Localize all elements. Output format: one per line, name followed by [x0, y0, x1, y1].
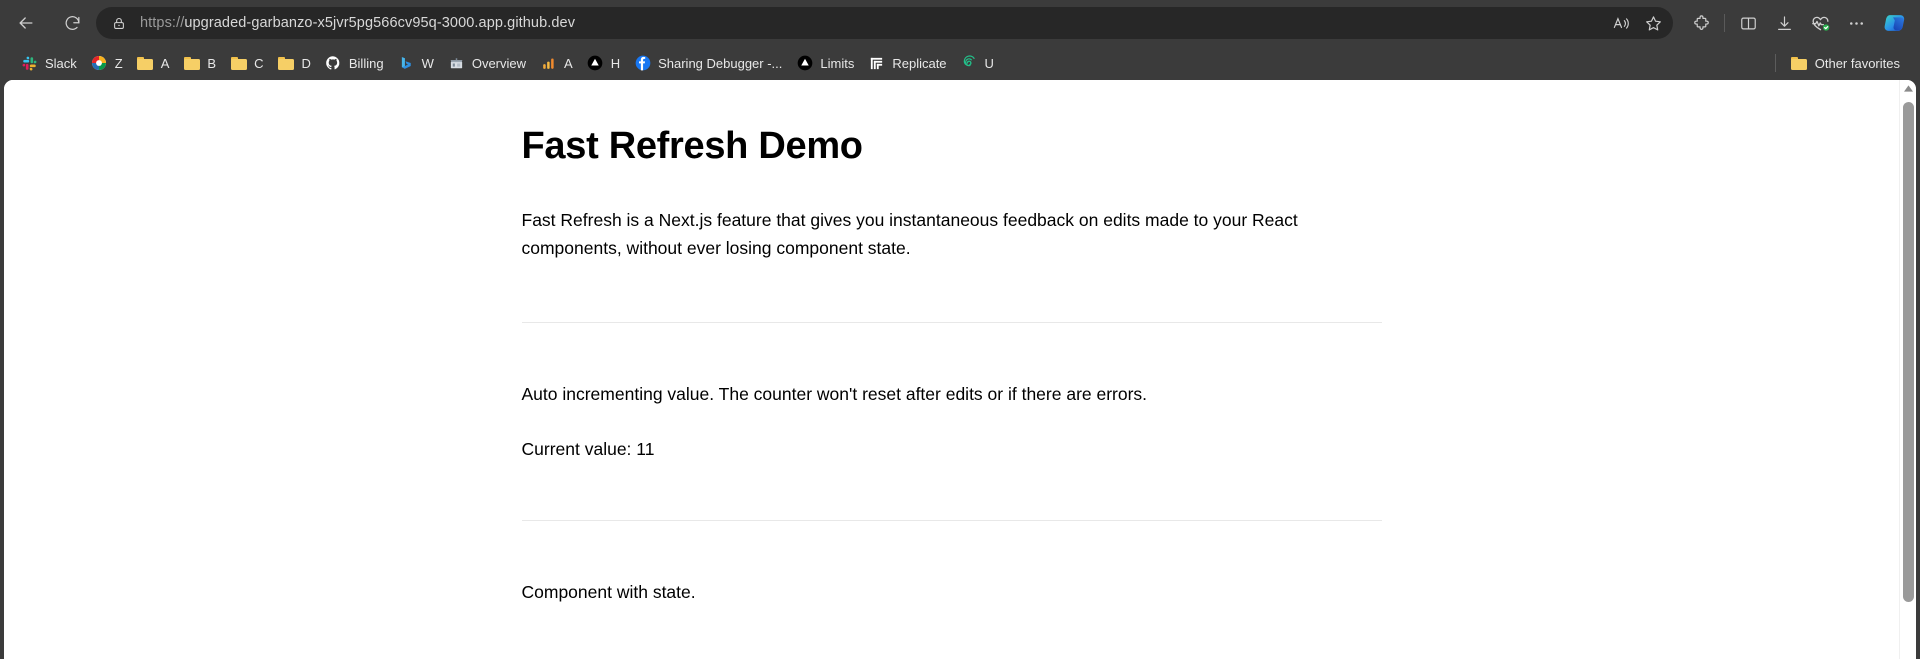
page-viewport: Fast Refresh Demo Fast Refresh is a Next… — [4, 80, 1916, 659]
scroll-up-arrow-icon[interactable] — [1900, 80, 1916, 97]
copilot-icon[interactable] — [1880, 8, 1910, 38]
browser-essentials-icon[interactable] — [1802, 7, 1838, 39]
web-page-content: Fast Refresh Demo Fast Refresh is a Next… — [4, 80, 1899, 659]
bookmark-label: A — [160, 55, 170, 71]
bookmark-label: H — [610, 55, 621, 71]
component-state-description: Component with state. — [521, 581, 696, 602]
intro-paragraph: Fast Refresh is a Next.js feature that g… — [521, 209, 1298, 258]
downloads-icon[interactable] — [1766, 7, 1802, 39]
back-button[interactable] — [8, 5, 44, 41]
add-favorite-icon[interactable] — [1637, 9, 1669, 37]
facebook-icon — [634, 55, 651, 72]
bookmark-folder-c[interactable]: C — [223, 50, 270, 76]
vercel-icon — [796, 55, 813, 72]
store-icon — [448, 55, 465, 72]
bookmark-replicate[interactable]: Replicate — [861, 50, 953, 76]
folder-icon — [137, 55, 154, 72]
browser-toolbar: https://upgraded-garbanzo-x5jvr5pg566cv9… — [0, 0, 1920, 46]
bookmark-label: Limits — [820, 55, 855, 71]
refresh-button[interactable] — [54, 5, 90, 41]
read-aloud-icon[interactable] — [1605, 9, 1637, 37]
component-state-section: Component with state. — [522, 521, 1382, 606]
bookmark-label: U — [984, 55, 994, 71]
toolbar-right-actions — [1683, 7, 1910, 39]
bookmark-h[interactable]: H — [580, 50, 627, 76]
bookmark-label: D — [301, 55, 311, 71]
bookmark-label: B — [207, 55, 217, 71]
lock-icon[interactable] — [110, 14, 128, 32]
slack-icon — [21, 55, 38, 72]
extensions-icon[interactable] — [1683, 7, 1719, 39]
bookmark-analytics-a[interactable]: A — [533, 50, 580, 76]
settings-and-more-icon[interactable] — [1838, 7, 1874, 39]
page-title: Fast Refresh Demo — [521, 125, 864, 167]
toolbar-divider — [1724, 14, 1725, 32]
analytics-icon — [540, 55, 557, 72]
bookmark-overview[interactable]: Overview — [441, 50, 533, 76]
scrollbar-track[interactable] — [1900, 97, 1916, 659]
bookmark-label: Billing — [348, 55, 384, 71]
bookmarks-bar: Slack Z A B C D Billing W Overview A H S… — [0, 46, 1920, 80]
bookmarks-divider — [1774, 54, 1776, 72]
bookmark-z[interactable]: Z — [84, 50, 130, 76]
vercel-icon — [587, 55, 604, 72]
url-text[interactable]: https://upgraded-garbanzo-x5jvr5pg566cv9… — [140, 15, 1605, 31]
bookmark-label: Slack — [45, 55, 77, 71]
split-screen-icon[interactable] — [1730, 7, 1766, 39]
other-favorites-button[interactable]: Other favorites — [1784, 50, 1912, 76]
bookmark-label: W — [421, 55, 434, 71]
folder-icon — [183, 55, 200, 72]
other-favorites-label: Other favorites — [1814, 55, 1900, 71]
counter-description: Auto incrementing value. The counter won… — [521, 384, 1148, 405]
bookmark-billing[interactable]: Billing — [318, 50, 391, 76]
bookmark-label: Sharing Debugger -... — [658, 55, 783, 71]
bookmark-folder-d[interactable]: D — [270, 50, 317, 76]
scrollbar-thumb[interactable] — [1903, 102, 1914, 602]
bookmark-w[interactable]: W — [391, 50, 441, 76]
zoho-icon — [91, 55, 108, 72]
page-scrollbar[interactable] — [1899, 80, 1916, 659]
bookmark-sharing-debugger[interactable]: Sharing Debugger -... — [627, 50, 789, 76]
bookmark-folder-a[interactable]: A — [130, 50, 177, 76]
folder-icon — [1791, 55, 1808, 72]
browser-window: https://upgraded-garbanzo-x5jvr5pg566cv9… — [0, 0, 1920, 659]
bookmark-limits[interactable]: Limits — [789, 50, 861, 76]
bookmark-label: Z — [114, 55, 123, 71]
bookmark-folder-b[interactable]: B — [176, 50, 223, 76]
replicate-icon — [868, 55, 885, 72]
github-icon — [325, 55, 342, 72]
counter-section: Auto incrementing value. The counter won… — [522, 323, 1382, 463]
bookmark-label: Overview — [471, 55, 527, 71]
folder-icon — [230, 55, 247, 72]
bookmark-u[interactable]: U — [954, 50, 1001, 76]
bookmark-slack[interactable]: Slack — [14, 50, 84, 76]
bookmark-label: Replicate — [892, 55, 947, 71]
bookmark-label: A — [564, 55, 573, 71]
address-bar[interactable]: https://upgraded-garbanzo-x5jvr5pg566cv9… — [96, 7, 1673, 39]
counter-value: Current value: 11 — [521, 438, 655, 459]
folder-icon — [277, 55, 294, 72]
page-container: Fast Refresh Demo Fast Refresh is a Next… — [521, 80, 1382, 606]
spiral-icon — [961, 55, 978, 72]
bookmark-label: C — [254, 55, 264, 71]
bing-icon — [398, 55, 415, 72]
